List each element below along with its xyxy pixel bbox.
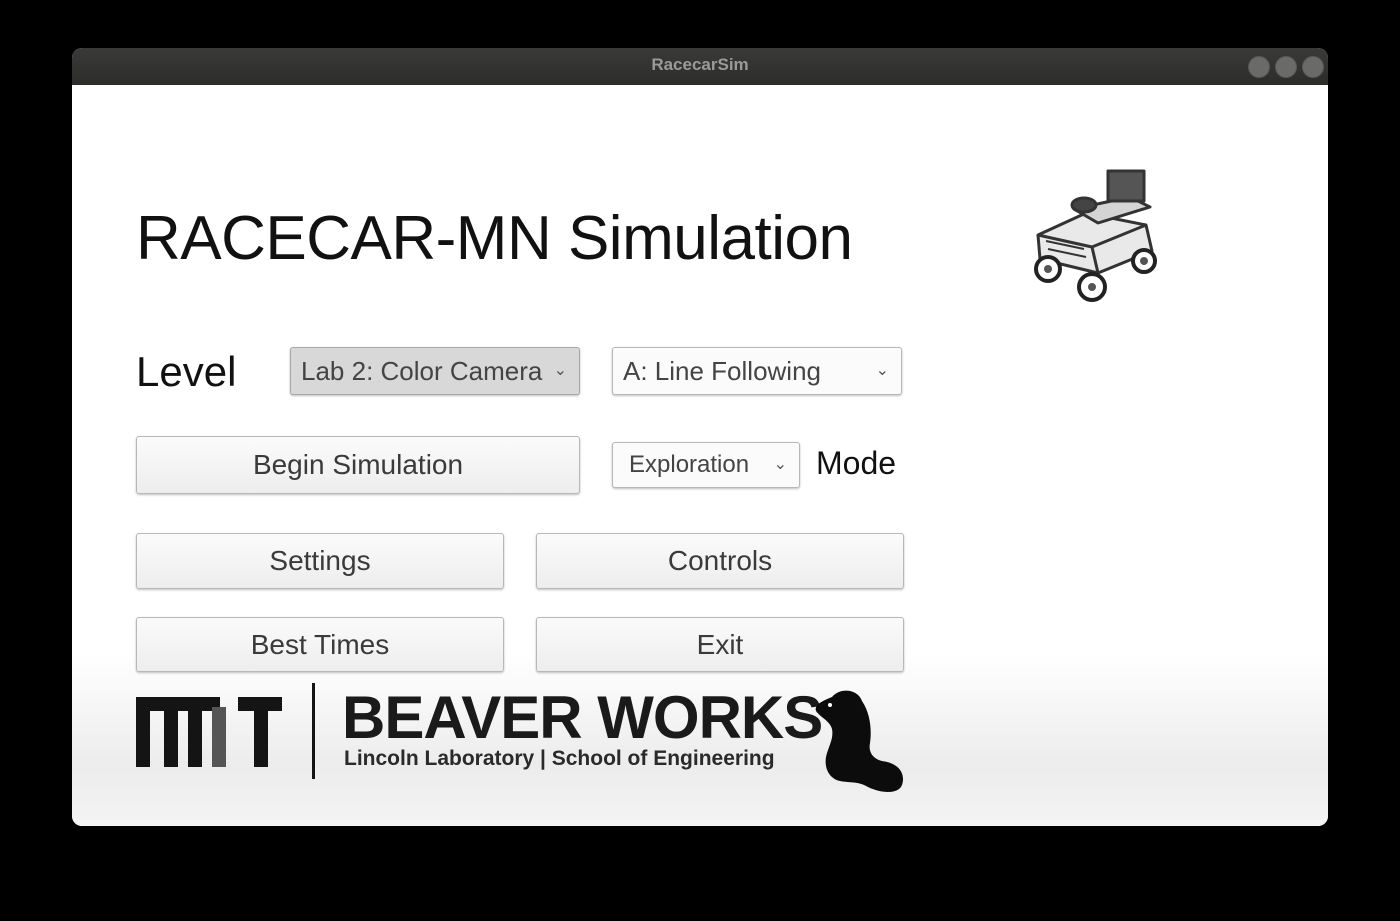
chevron-down-icon: ⌄ [875, 362, 889, 379]
window-title: RacecarSim [651, 55, 749, 74]
title-bar[interactable]: RacecarSim [72, 48, 1328, 85]
settings-button[interactable]: Settings [136, 533, 504, 589]
close-icon[interactable] [1302, 56, 1324, 78]
mode-label: Mode [816, 445, 897, 481]
exit-button[interactable]: Exit [536, 617, 904, 672]
minimize-icon[interactable] [1248, 56, 1270, 78]
begin-simulation-button[interactable]: Begin Simulation [136, 436, 580, 494]
level-label: Level [136, 348, 237, 395]
chevron-down-icon: ⌄ [553, 362, 567, 379]
main-panel: RACECAR-MN Simulation Level Lab 2: Color… [72, 85, 1328, 826]
maximize-icon[interactable] [1275, 56, 1297, 78]
racecar-icon [1034, 169, 1157, 302]
mode-select-value: Exploration [629, 451, 750, 478]
sublevel-select-value: A: Line Following [623, 356, 821, 386]
app-window: RacecarSim RACECAR-MN Simulation Level L… [72, 48, 1328, 826]
page-title: RACECAR-MN Simulation [136, 204, 853, 273]
level-select-value: Lab 2: Color Camera [301, 356, 543, 386]
controls-button[interactable]: Controls [536, 533, 904, 589]
org-title: BEAVER WORKS [342, 684, 823, 751]
beaver-icon [815, 690, 904, 792]
best-times-button[interactable]: Best Times [136, 617, 504, 672]
level-select[interactable]: Lab 2: Color Camera ⌄ [290, 347, 580, 395]
sublevel-select[interactable]: A: Line Following ⌄ [612, 347, 902, 395]
chevron-down-icon: ⌄ [773, 456, 787, 473]
mode-select[interactable]: Exploration ⌄ [612, 442, 800, 488]
org-subtitle: Lincoln Laboratory | School of Engineeri… [344, 747, 775, 770]
